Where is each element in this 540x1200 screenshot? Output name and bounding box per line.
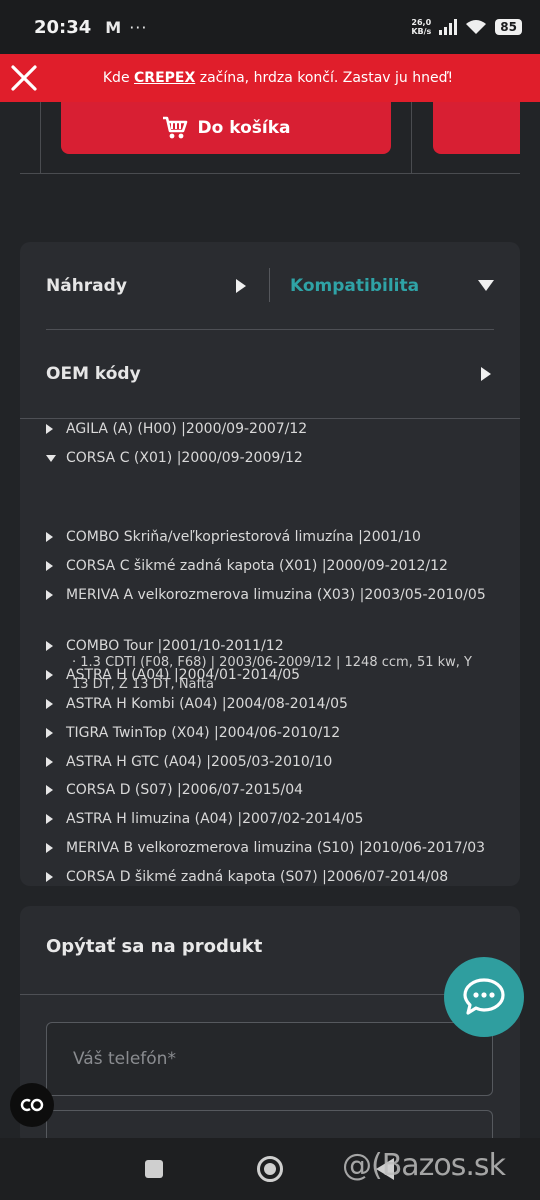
vehicle-item[interactable]: ASTRA H GTC (A04) |2005/03-2010/10 [46,752,496,773]
recents-button[interactable] [145,1160,163,1178]
promo-brand-link[interactable]: CREPEX [134,70,195,86]
caret-right-icon [46,694,66,714]
chat-bubble-icon [463,978,505,1015]
card-divider [40,102,41,174]
caret-right-icon [46,585,66,605]
chat-button[interactable] [444,957,524,1037]
caret-right-icon [46,556,66,576]
caret-right-icon [46,636,66,656]
vehicle-label: CORSA C šikmé zadná kapota (X01) |2000/0… [66,558,448,574]
vehicle-label: MERIVA A velkorozmerova limuzina (X03) |… [66,587,486,603]
tab-compatibility-label: Kompatibilita [290,276,420,296]
status-right: 26,0 KB/s 85 [411,18,522,36]
tab-replacements[interactable]: Náhrady [46,242,256,330]
vehicle-item[interactable]: COMBO Skriňa/veľkopriestorová limuzína |… [46,527,496,548]
network-speed-unit: KB/s [411,27,432,36]
vehicle-label: CORSA D (S07) |2006/07-2015/04 [66,782,304,798]
tab-oem-codes[interactable]: OEM kódy [46,330,494,418]
caret-right-icon [46,723,66,743]
vehicle-label: CORSA C (X01) |2000/09-2009/12 [66,450,303,466]
tab-row: Náhrady Kompatibilita [46,242,494,330]
caret-down-icon [46,448,66,468]
caret-right-icon [481,367,491,381]
vehicle-label: MERIVA B velkorozmerova limuzina (S10) |… [66,840,486,856]
wifi-icon [466,20,487,34]
ask-product-panel: Opýtať sa na produkt [20,906,520,1150]
vehicle-label: COMBO Skriňa/veľkopriestorová limuzína |… [66,529,421,545]
promo-text[interactable]: Kde CREPEX začína, hrdza končí. Zastav j… [46,70,540,86]
vehicle-item[interactable]: TIGRA TwinTop (X04) |2004/06-2010/12 [46,723,496,744]
caret-right-icon [46,752,66,772]
add-to-cart-button[interactable]: Do košíka [61,102,391,154]
cookie-settings-button[interactable] [10,1083,54,1127]
cart-icon [162,116,187,139]
vehicle-item[interactable]: ASTRA H Kombi (A04) |2004/08-2014/05 [46,694,496,715]
promo-text-before: Kde [102,70,135,86]
status-time: 20:34 [34,16,92,38]
vehicle-item[interactable]: CORSA C (X01) |2000/09-2009/12 [46,448,496,469]
status-bar: 20:34 M ··· 26,0 KB/s 85 [0,0,540,54]
tab-compatibility[interactable]: Kompatibilita [290,242,494,330]
more-notifications-icon: ··· [129,17,148,37]
add-to-cart-button-next-product[interactable] [433,102,520,154]
caret-right-icon [236,279,246,293]
caret-right-icon [46,809,66,829]
caret-down-icon [478,280,494,291]
vehicle-label: ASTRA H Kombi (A04) |2004/08-2014/05 [66,696,348,712]
vehicle-list: AGILA (A) (H00) |2000/09-2007/12 CORSA C … [20,418,520,886]
vehicle-item[interactable]: AGILA (A) (H00) |2000/09-2007/12 [46,419,496,440]
caret-right-icon [46,527,66,547]
home-button[interactable] [257,1156,283,1182]
caret-right-icon [46,867,66,886]
vehicle-item[interactable]: MERIVA B velkorozmerova limuzina (S10) |… [46,838,496,859]
caret-right-icon [46,838,66,858]
promo-banner: Kde CREPEX začína, hrdza končí. Zastav j… [0,54,540,102]
vehicle-label: ASTRA H limuzina (A04) |2007/02-2014/05 [66,811,364,827]
product-card: Do košíka [20,102,520,174]
caret-right-icon [46,419,66,439]
caret-right-icon [46,665,66,685]
promo-text-after: začína, hrdza končí. Zastav ju hneď! [195,70,454,86]
vehicle-item[interactable]: ASTRA H limuzina (A04) |2007/02-2014/05 [46,809,496,830]
vehicle-label: TIGRA TwinTop (X04) |2004/06-2010/12 [66,725,341,741]
compatibility-panel: Náhrady Kompatibilita OEM kódy AGILA (A)… [20,242,520,886]
tab-oem-codes-label: OEM kódy [46,364,141,384]
vehicle-item[interactable]: CORSA C šikmé zadná kapota (X01) |2000/0… [46,556,496,577]
add-to-cart-label: Do košíka [197,118,291,138]
tab-replacements-label: Náhrady [46,276,127,296]
card-divider [411,102,412,174]
cookie-co-icon [20,1098,44,1112]
network-speed: 26,0 KB/s [411,18,431,36]
vehicle-item[interactable]: CORSA D šikmé zadná kapota (S07) |2006/0… [46,867,496,886]
vehicle-item[interactable]: CORSA D (S07) |2006/07-2015/04 [46,780,496,801]
vehicle-label: AGILA (A) (H00) |2000/09-2007/12 [66,421,308,437]
vehicle-item[interactable]: MERIVA A velkorozmerova limuzina (X03) |… [46,585,496,606]
ask-title: Opýtať sa na produkt [46,936,263,957]
caret-right-icon [46,780,66,800]
mail-icon: M [105,17,122,37]
battery-icon: 85 [495,19,522,35]
network-speed-value: 26,0 [411,18,432,27]
engine-detail[interactable]: · 1.3 CDTI (F08, F68) | 2003/06-2009/12 … [72,652,492,696]
close-icon[interactable] [2,56,46,100]
vehicle-label: CORSA D šikmé zadná kapota (S07) |2006/0… [66,869,449,885]
tab-divider [269,268,270,302]
signal-icon [439,19,458,35]
vehicle-label: ASTRA H GTC (A04) |2005/03-2010/10 [66,754,333,770]
watermark: @(Bazos.sk [342,1148,506,1183]
phone-input[interactable] [46,1022,493,1096]
